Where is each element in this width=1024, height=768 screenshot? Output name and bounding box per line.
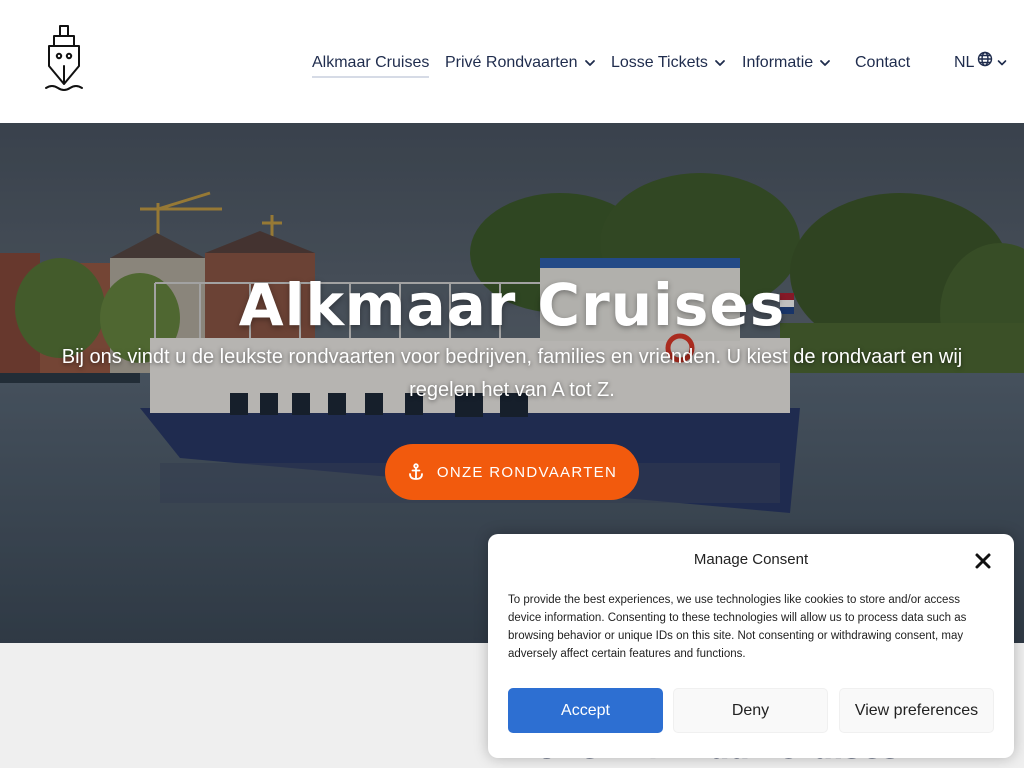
nav-item-prive-rondvaarten[interactable]: Privé Rondvaarten [445, 50, 597, 76]
nav-item-label: Losse Tickets [611, 54, 708, 71]
chevron-down-icon [997, 56, 1007, 70]
main-nav: Alkmaar Cruises Privé Rondvaarten Losse … [0, 50, 1024, 78]
chevron-down-icon [713, 56, 727, 70]
hero-title: Alkmaar Cruises [238, 271, 786, 339]
view-preferences-button[interactable]: View preferences [839, 688, 994, 733]
nav-item-label: Alkmaar Cruises [312, 54, 430, 71]
onze-rondvaarten-label: ONZE RONDVAARTEN [436, 463, 618, 481]
nav-item-label: Privé Rondvaarten [445, 54, 578, 71]
site-header: Alkmaar Cruises Privé Rondvaarten Losse … [0, 0, 1024, 123]
anchor-icon [407, 463, 425, 481]
language-switcher[interactable]: NL [954, 50, 1007, 76]
deny-button[interactable]: Deny [673, 688, 828, 733]
accept-button[interactable]: Accept [508, 688, 663, 733]
nav-item-informatie[interactable]: Informatie [742, 50, 832, 76]
consent-message: To provide the best experiences, we use … [508, 594, 967, 660]
onze-rondvaarten-button[interactable]: ONZE RONDVAARTEN [385, 444, 639, 500]
language-label: NL [954, 54, 975, 71]
chevron-down-icon [818, 56, 832, 70]
nav-item-alkmaar-cruises[interactable]: Alkmaar Cruises [312, 50, 430, 78]
hero-subtitle: Bij ons vindt u de leukste rondvaarten v… [61, 346, 963, 401]
nav-item-label: Informatie [742, 54, 814, 71]
nav-item-label: Contact [855, 54, 911, 71]
consent-title: Manage Consent [693, 551, 809, 568]
chevron-down-icon [583, 56, 597, 70]
nav-item-losse-tickets[interactable]: Losse Tickets [611, 50, 727, 76]
nav-item-contact[interactable]: Contact [855, 50, 910, 76]
consent-dialog: Manage Consent To provide the best exper… [488, 534, 1014, 758]
close-icon[interactable] [974, 552, 992, 570]
globe-icon [977, 51, 993, 75]
